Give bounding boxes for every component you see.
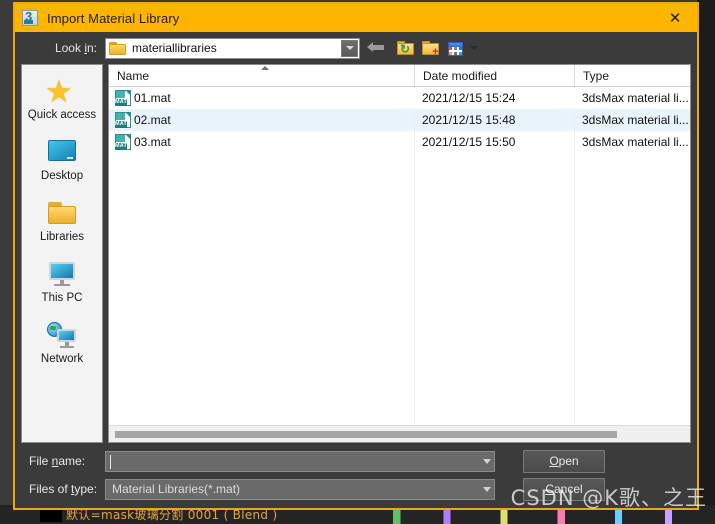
star-icon: ★ xyxy=(45,74,73,109)
file-type-label: Files of type: xyxy=(21,482,105,496)
place-item-quick-access[interactable]: ★ Quick access xyxy=(22,74,102,122)
cancel-button[interactable]: Cancel xyxy=(523,477,605,501)
date-modified-cell: 2021/12/15 15:50 xyxy=(422,135,516,149)
file-name-label-pre: File xyxy=(29,454,52,468)
views-grid-icon[interactable] xyxy=(447,40,465,57)
scrollbar-thumb[interactable] xyxy=(115,430,617,438)
type-cell: 3dsMax material li... xyxy=(582,91,689,105)
file-name-label: 02.mat xyxy=(134,113,171,127)
3dsmax-icon xyxy=(22,9,38,26)
dialog-title: Import Material Library xyxy=(47,10,180,26)
chevron-down-icon[interactable] xyxy=(341,39,358,57)
chevron-down-icon[interactable] xyxy=(483,458,491,464)
lookin-label-pre: Look xyxy=(54,41,85,55)
column-header-label: Name xyxy=(117,68,150,83)
column-divider xyxy=(414,109,415,425)
dialog-body: Look in: materiallibraries ↻ + ★ Quick a… xyxy=(15,32,697,508)
views-chevron-down-icon[interactable] xyxy=(470,46,478,50)
place-label: Libraries xyxy=(39,231,85,243)
horizontal-scrollbar[interactable] xyxy=(109,425,690,442)
this-pc-monitor-icon xyxy=(45,260,79,290)
file-name-cell: MAT 01.mat xyxy=(109,90,414,106)
file-name-input[interactable] xyxy=(105,450,495,472)
file-name-cell: MAT 03.mat xyxy=(109,134,414,150)
sort-ascending-icon xyxy=(261,66,269,70)
place-item-libraries[interactable]: Libraries xyxy=(22,199,102,244)
dialog-main-area: ★ Quick access Desktop Libraries This PC… xyxy=(15,64,697,443)
open-label-accel: O xyxy=(549,454,559,468)
file-list[interactable]: Name Date modified Type MAT 01.mat 2021/… xyxy=(108,64,691,443)
place-label: Quick access xyxy=(27,109,97,121)
file-list-header: Name Date modified Type xyxy=(109,65,690,87)
date-modified-cell: 2021/12/15 15:24 xyxy=(422,91,516,105)
type-cell: 3dsMax material li... xyxy=(582,135,689,149)
import-material-library-dialog: Import Material Library ✕ Look in: mater… xyxy=(13,2,699,510)
lookin-label: Look in: xyxy=(21,41,105,55)
mat-file-icon: MAT xyxy=(115,90,131,106)
text-caret xyxy=(110,454,111,469)
cancel-label-post: ancel xyxy=(553,482,583,496)
place-item-network[interactable]: Network xyxy=(22,321,102,366)
mat-file-icon: MAT xyxy=(115,112,131,128)
new-folder-icon[interactable]: + xyxy=(422,40,440,57)
type-cell: 3dsMax material li... xyxy=(582,113,689,127)
column-header-label: Type xyxy=(583,68,610,83)
up-folder-icon[interactable]: ↻ xyxy=(397,40,415,57)
file-type-label-post: ype: xyxy=(74,482,98,496)
cancel-label-accel: C xyxy=(545,482,554,496)
file-list-rows: MAT 01.mat 2021/12/15 15:24 3dsMax mater… xyxy=(109,87,690,425)
mat-file-icon: MAT xyxy=(115,134,131,150)
date-modified-cell: 2021/12/15 15:48 xyxy=(422,113,516,127)
lookin-row: Look in: materiallibraries ↻ + xyxy=(15,32,697,64)
file-type-select[interactable]: Material Libraries(*.mat) xyxy=(105,478,495,500)
place-label: Desktop xyxy=(40,170,84,182)
file-type-label-pre: Files of xyxy=(29,482,72,496)
place-item-this-pc[interactable]: This PC xyxy=(22,260,102,305)
place-label: This PC xyxy=(41,292,83,304)
lookin-label-post: n: xyxy=(86,41,97,55)
navigation-toolbar: ↻ + xyxy=(367,40,478,57)
file-name-cell: MAT 02.mat xyxy=(109,112,414,128)
table-row[interactable]: MAT 02.mat 2021/12/15 15:48 3dsMax mater… xyxy=(109,109,690,131)
desktop-icon xyxy=(45,138,79,168)
chevron-down-icon[interactable] xyxy=(483,486,491,492)
column-header-type[interactable]: Type xyxy=(574,65,690,86)
file-type-value: Material Libraries(*.mat) xyxy=(112,482,241,496)
place-label: Network xyxy=(40,353,84,365)
file-name-label-post: ame: xyxy=(58,454,86,468)
file-name-label: 01.mat xyxy=(134,91,171,105)
material-swatch xyxy=(40,508,62,522)
file-name-row: File name: Open xyxy=(21,449,691,473)
column-header-name[interactable]: Name xyxy=(109,65,414,86)
viewport-right-strip xyxy=(697,0,715,524)
file-type-row: Files of type: Material Libraries(*.mat)… xyxy=(21,477,691,501)
table-row[interactable]: MAT 01.mat 2021/12/15 15:24 3dsMax mater… xyxy=(109,87,690,109)
file-name-label: 03.mat xyxy=(134,135,171,149)
place-item-desktop[interactable]: Desktop xyxy=(22,138,102,183)
column-header-label: Date modified xyxy=(423,68,498,83)
libraries-folder-icon xyxy=(45,199,79,229)
file-name-label: File name: xyxy=(21,454,105,468)
lookin-combobox[interactable]: materiallibraries xyxy=(105,37,360,59)
lookin-value: materiallibraries xyxy=(132,41,217,55)
folder-icon xyxy=(109,41,126,55)
close-icon[interactable]: ✕ xyxy=(653,4,697,32)
back-arrow-icon[interactable] xyxy=(367,40,390,57)
network-globe-icon xyxy=(45,321,79,351)
table-row[interactable]: MAT 03.mat 2021/12/15 15:50 3dsMax mater… xyxy=(109,131,690,153)
column-divider xyxy=(574,109,575,425)
column-header-date-modified[interactable]: Date modified xyxy=(414,65,574,86)
dialog-titlebar[interactable]: Import Material Library ✕ xyxy=(15,4,697,32)
places-sidebar: ★ Quick access Desktop Libraries This PC… xyxy=(21,64,103,443)
open-label-post: pen xyxy=(558,454,579,468)
open-button[interactable]: Open xyxy=(523,449,605,473)
dialog-footer: File name: Open Files of type: Material … xyxy=(15,443,697,508)
